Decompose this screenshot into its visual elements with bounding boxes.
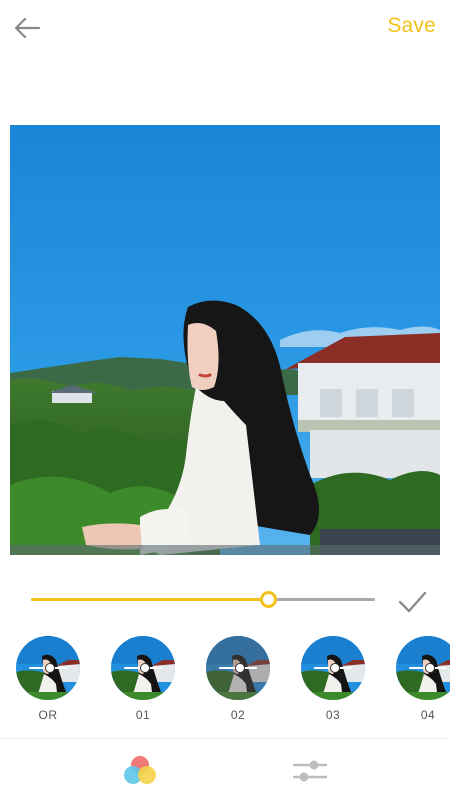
filter-label: 04: [420, 708, 436, 722]
filter-label: OR: [38, 708, 58, 722]
filter-item-01[interactable]: 01: [111, 636, 175, 722]
filter-thumbnail: [301, 636, 365, 700]
filter-item-02[interactable]: 02: [206, 636, 270, 722]
slider-thumb[interactable]: [260, 591, 278, 608]
filter-thumbnail: [396, 636, 450, 700]
arrow-left-icon: [14, 17, 41, 39]
filter-item-04[interactable]: 04: [396, 636, 450, 722]
top-bar: Save: [0, 0, 450, 56]
selected-slider-icon: [314, 663, 352, 673]
bottom-tab-bar: [0, 738, 450, 800]
checkmark-icon[interactable]: [396, 588, 428, 616]
save-button[interactable]: Save: [387, 14, 436, 38]
tab-color-filter[interactable]: [118, 749, 162, 793]
filter-list: OR 01 02 03 04: [0, 636, 450, 726]
intensity-slider-row: [0, 580, 450, 620]
filter-thumbnail: [111, 636, 175, 700]
selected-slider-icon: [124, 663, 162, 673]
filter-item-03[interactable]: 03: [301, 636, 365, 722]
selected-slider-icon: [409, 663, 447, 673]
intensity-fill: [31, 598, 269, 601]
filter-item-or[interactable]: OR: [16, 636, 80, 722]
back-button[interactable]: [10, 12, 44, 44]
filter-thumbnail: [206, 636, 270, 700]
photo-preview: [10, 125, 440, 555]
adjust-sliders-icon: [292, 760, 328, 782]
selected-slider-icon: [29, 663, 67, 673]
filter-label: 01: [135, 708, 151, 722]
color-filter-icon: [124, 756, 156, 784]
tab-adjust[interactable]: [288, 749, 332, 793]
selected-slider-icon: [219, 663, 257, 673]
filter-label: 02: [230, 708, 246, 722]
intensity-slider[interactable]: [31, 591, 375, 608]
filter-thumbnail: [16, 636, 80, 700]
filter-label: 03: [325, 708, 341, 722]
